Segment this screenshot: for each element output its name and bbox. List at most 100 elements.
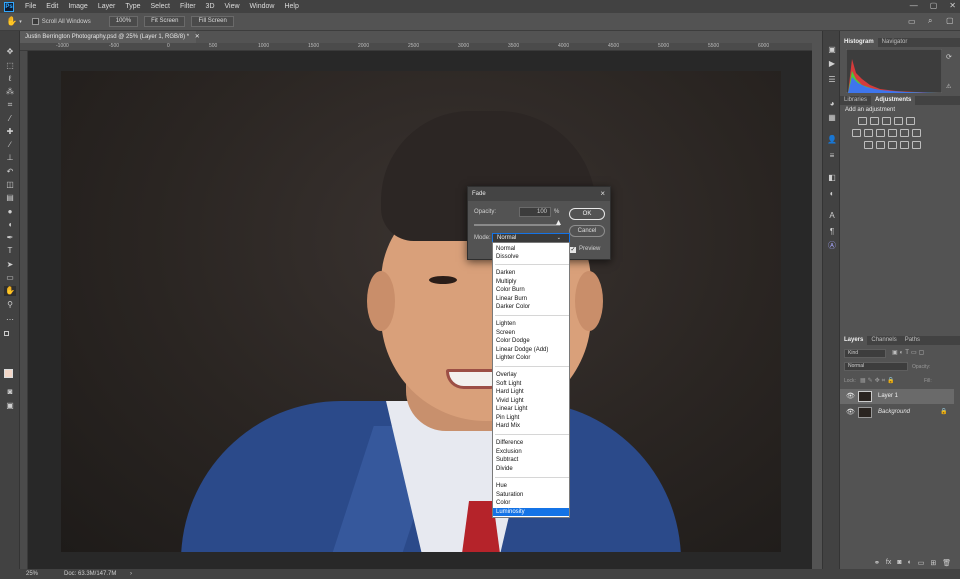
character-icon[interactable]: 👤 — [827, 135, 837, 145]
foreground-color-swatch[interactable] — [4, 369, 13, 378]
blend-mode-hue[interactable]: Hue — [496, 482, 507, 490]
color-balance-icon[interactable] — [864, 129, 873, 137]
blend-mode-normal[interactable]: Normal — [496, 245, 515, 253]
minimize-button[interactable]: — — [910, 1, 918, 10]
threshold-icon[interactable] — [888, 141, 897, 149]
layer-filter-icons[interactable]: ▣◐T▭▢ — [892, 349, 926, 356]
portrait-photo[interactable] — [61, 71, 781, 552]
actions-icon[interactable]: ▶ — [827, 59, 837, 69]
scroll-all-checkbox-box[interactable] — [31, 18, 39, 25]
crop-tool-icon[interactable]: ⌗ — [4, 100, 16, 110]
workspace-icon[interactable]: ▭ — [908, 17, 916, 26]
blend-mode-lighter-color[interactable]: Lighter Color — [496, 354, 530, 362]
properties-icon[interactable]: ☰ — [827, 75, 837, 85]
blend-mode-screen[interactable]: Screen — [496, 329, 515, 337]
black-white-icon[interactable] — [876, 129, 885, 137]
exposure-icon[interactable] — [894, 117, 903, 125]
path-select-tool-icon[interactable]: ➤ — [4, 260, 16, 270]
layer-filter-kind-select[interactable]: Kind — [844, 349, 886, 358]
marquee-tool-icon[interactable]: ⬚ — [4, 61, 16, 71]
blend-mode-dissolve[interactable]: Dissolve — [496, 253, 519, 261]
scroll-all-windows-checkbox[interactable]: Scroll All Windows — [31, 18, 91, 25]
group-icon[interactable]: ▭ — [918, 559, 925, 567]
stamp-tool-icon[interactable]: ⊥ — [4, 153, 16, 163]
menu-window[interactable]: Window — [245, 3, 280, 10]
blend-mode-luminosity[interactable]: Luminosity — [493, 508, 569, 516]
blend-mode-difference[interactable]: Difference — [496, 439, 523, 447]
clone-source-icon[interactable]: ◧ — [827, 173, 837, 183]
fill-screen-button[interactable]: Fill Screen — [191, 16, 234, 27]
menu-file[interactable]: File — [20, 3, 41, 10]
document-size[interactable]: Doc: 63.3M/147.7M — [64, 569, 116, 579]
zoom-tool-icon[interactable]: ⚲ — [4, 300, 16, 310]
blend-mode-hard-mix[interactable]: Hard Mix — [496, 422, 520, 430]
fade-dialog-titlebar[interactable]: Fade × — [468, 187, 610, 201]
trash-icon[interactable]: 🗑 — [942, 559, 951, 567]
blur-tool-icon[interactable]: ● — [4, 207, 16, 217]
tab-channels[interactable]: Channels — [867, 336, 900, 345]
close-icon[interactable]: × — [600, 187, 605, 201]
tab-histogram[interactable]: Histogram — [840, 38, 878, 47]
color-icon[interactable]: ◕ — [827, 99, 837, 109]
type-tool-icon[interactable]: T — [4, 246, 16, 256]
levels-icon[interactable] — [870, 117, 879, 125]
blend-mode-vivid-light[interactable]: Vivid Light — [496, 397, 524, 405]
maximize-button[interactable]: ▢ — [930, 1, 938, 10]
posterize-icon[interactable] — [876, 141, 885, 149]
link-layers-icon[interactable]: ⚭ — [874, 559, 880, 567]
history-brush-tool-icon[interactable]: ↶ — [4, 167, 16, 177]
menu-view[interactable]: View — [220, 3, 245, 10]
layer-name[interactable]: Background — [878, 409, 910, 415]
visibility-eye-icon[interactable]: 👁 — [846, 392, 855, 400]
close-tab-icon[interactable]: ✕ — [195, 34, 200, 40]
blend-mode-subtract[interactable]: Subtract — [496, 456, 518, 464]
brush-presets-icon[interactable]: ◐ — [827, 189, 837, 199]
preview-checkbox[interactable]: ✓ — [570, 247, 576, 253]
zoom-level[interactable]: 25% — [26, 569, 38, 579]
hue-saturation-icon[interactable] — [852, 129, 861, 137]
dodge-tool-icon[interactable]: ◖ — [4, 220, 16, 230]
hand-tool-icon[interactable]: ✋ — [4, 286, 16, 296]
lasso-tool-icon[interactable]: ℓ — [4, 74, 16, 84]
blend-mode-color-dodge[interactable]: Color Dodge — [496, 337, 530, 345]
layer-row[interactable]: 👁 Layer 1 — [840, 389, 954, 404]
blend-mode-linear-burn[interactable]: Linear Burn — [496, 295, 527, 303]
screen-mode-icon[interactable]: ▣ — [4, 401, 16, 411]
histogram-refresh-icon[interactable]: ⟳ — [946, 53, 952, 61]
tab-libraries[interactable]: Libraries — [840, 96, 871, 105]
adjustment-layer-icon[interactable]: ◐ — [908, 559, 912, 567]
brightness-contrast-icon[interactable] — [858, 117, 867, 125]
curves-icon[interactable] — [882, 117, 891, 125]
menu-help[interactable]: Help — [279, 3, 303, 10]
blend-mode-hard-light[interactable]: Hard Light — [496, 388, 524, 396]
add-mask-icon[interactable]: ◙ — [897, 559, 901, 567]
tab-adjustments[interactable]: Adjustments — [871, 96, 916, 105]
blend-mode-divide[interactable]: Divide — [496, 465, 513, 473]
menu-layer[interactable]: Layer — [93, 3, 121, 10]
paragraph-styles-icon[interactable]: Ⓐ — [827, 241, 837, 251]
blend-mode-color[interactable]: Color — [496, 499, 510, 507]
glyphs-icon[interactable]: A — [827, 211, 837, 221]
more-tools-icon[interactable]: ⋯ — [4, 315, 16, 325]
opacity-input[interactable]: 100 — [519, 207, 551, 217]
tab-layers[interactable]: Layers — [840, 336, 868, 345]
hand-tool-icon[interactable]: ✋ — [6, 16, 17, 27]
blend-mode-overlay[interactable]: Overlay — [496, 371, 517, 379]
vibrance-icon[interactable] — [906, 117, 915, 125]
photo-filter-icon[interactable] — [888, 129, 897, 137]
brushes-icon[interactable]: ≡ — [827, 151, 837, 161]
shape-tool-icon[interactable]: ▭ — [4, 273, 16, 283]
status-menu-arrow-icon[interactable]: › — [130, 569, 132, 579]
tool-preset-chevron-icon[interactable]: ▾ — [19, 19, 22, 25]
menu-filter[interactable]: Filter — [175, 3, 201, 10]
opacity-slider[interactable] — [474, 224, 560, 226]
blend-mode-darker-color[interactable]: Darker Color — [496, 303, 530, 311]
layer-name[interactable]: Layer 1 — [878, 393, 898, 399]
layer-row[interactable]: 👁 Background 🔒 — [840, 405, 954, 420]
menu-image[interactable]: Image — [63, 3, 92, 10]
document-tab[interactable]: Justin Berrington Photography.psd @ 25% … — [20, 31, 200, 43]
healing-brush-tool-icon[interactable]: ✚ — [4, 127, 16, 137]
pen-tool-icon[interactable]: ✒ — [4, 233, 16, 243]
visibility-eye-icon[interactable]: 👁 — [846, 408, 855, 416]
gradient-map-icon[interactable] — [900, 141, 909, 149]
